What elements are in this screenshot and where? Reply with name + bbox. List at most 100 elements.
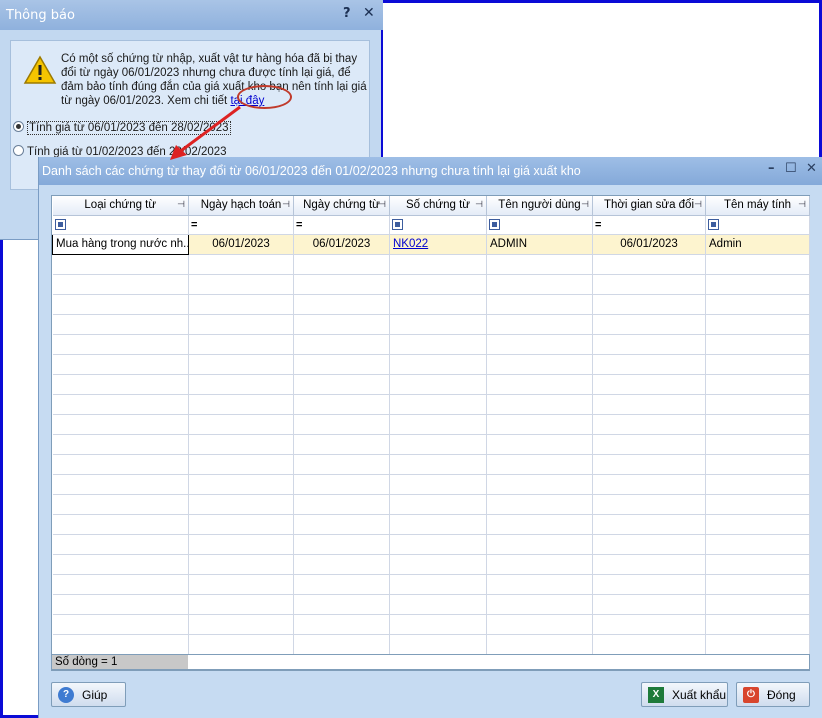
notification-text: Có một số chứng từ nhập, xuất vật tư hàn… xyxy=(61,53,367,107)
filter-icon[interactable] xyxy=(54,218,66,230)
radio-option-1[interactable]: Tính giá từ 06/01/2023 đến 28/02/2023 xyxy=(13,121,231,135)
radio-option-1-label: Tính giá từ 06/01/2023 đến 28/02/2023 xyxy=(27,121,231,135)
empty-cell xyxy=(389,514,487,535)
filter-cell[interactable]: = xyxy=(188,215,294,235)
empty-cell xyxy=(389,614,487,635)
empty-cell xyxy=(293,374,390,395)
empty-row xyxy=(52,454,810,475)
help-icon[interactable]: ? xyxy=(343,6,351,21)
empty-cell xyxy=(705,594,810,615)
empty-cell xyxy=(188,394,294,415)
cell-posting-date[interactable]: 06/01/2023 xyxy=(188,234,294,255)
empty-cell xyxy=(389,294,487,315)
cell-user[interactable]: ADMIN xyxy=(486,234,593,255)
export-button[interactable]: X Xuất khẩu xyxy=(641,682,728,707)
equals-operator[interactable]: = xyxy=(595,219,601,231)
pin-icon[interactable]: ⊣ xyxy=(694,199,702,210)
filter-cell[interactable]: = xyxy=(592,215,706,235)
cell-computer[interactable]: Admin xyxy=(705,234,810,255)
column-header-computer[interactable]: Tên máy tính ⊣ xyxy=(705,196,810,216)
pin-icon[interactable]: ⊣ xyxy=(581,199,589,210)
filter-icon[interactable] xyxy=(392,218,403,230)
empty-cell xyxy=(389,554,487,575)
column-header-user[interactable]: Tên người dùng ⊣ xyxy=(486,196,593,216)
empty-cell xyxy=(705,294,810,315)
cell-type[interactable]: Mua hàng trong nước nh... xyxy=(52,233,189,255)
empty-cell xyxy=(705,574,810,595)
empty-cell xyxy=(705,454,810,475)
filter-cell[interactable]: = xyxy=(293,215,390,235)
filter-icon[interactable] xyxy=(489,218,500,230)
empty-cell xyxy=(705,314,810,335)
close-icon[interactable]: ✕ xyxy=(363,5,375,21)
filter-cell[interactable] xyxy=(486,215,593,235)
column-label: Tên máy tính xyxy=(723,199,792,212)
maximize-icon[interactable]: ☐ xyxy=(785,161,797,176)
filter-cell[interactable] xyxy=(52,215,189,235)
empty-cell xyxy=(486,414,593,435)
table-row[interactable]: Mua hàng trong nước nh... 06/01/2023 06/… xyxy=(52,233,810,255)
empty-cell xyxy=(486,434,593,455)
empty-row xyxy=(52,354,810,375)
empty-cell xyxy=(188,594,294,615)
empty-cell xyxy=(293,474,390,495)
excel-icon: X xyxy=(648,686,664,703)
empty-cell xyxy=(389,634,487,655)
filter-icon[interactable] xyxy=(708,218,719,230)
close-button[interactable]: ⏻ Đóng xyxy=(736,682,810,707)
empty-cell xyxy=(389,394,487,415)
radio-unselected-icon[interactable] xyxy=(13,145,24,156)
empty-cell xyxy=(592,454,706,475)
cell-modified[interactable]: 06/01/2023 xyxy=(592,234,706,255)
cell-doc-date[interactable]: 06/01/2023 xyxy=(293,234,390,255)
empty-cell xyxy=(592,274,706,295)
pin-icon[interactable]: ⊣ xyxy=(282,199,290,210)
filter-cell[interactable] xyxy=(705,215,810,235)
notification-titlebar: Thông báo ? ✕ xyxy=(0,0,383,30)
empty-row xyxy=(52,494,810,515)
empty-cell xyxy=(592,634,706,655)
minimize-icon[interactable]: – xyxy=(768,161,775,176)
empty-cell xyxy=(293,454,390,475)
help-button[interactable]: ? Giúp xyxy=(51,682,126,707)
empty-cell xyxy=(486,634,593,655)
radio-selected-icon[interactable] xyxy=(13,121,24,132)
empty-cell xyxy=(486,614,593,635)
empty-cell xyxy=(52,354,189,375)
close-icon[interactable]: ✕ xyxy=(806,161,817,176)
empty-row xyxy=(52,374,810,395)
column-header-posting-date[interactable]: Ngày hạch toán ⊣ xyxy=(188,196,294,216)
pin-icon[interactable]: ⊣ xyxy=(378,199,386,210)
column-label: Ngày hạch toán xyxy=(200,199,282,212)
empty-cell xyxy=(705,414,810,435)
doc-no-link[interactable]: NK022 xyxy=(393,238,428,250)
empty-cell xyxy=(293,494,390,515)
column-header-doc-date[interactable]: Ngày chứng từ ⊣ xyxy=(293,196,390,216)
pin-icon[interactable]: ⊣ xyxy=(475,199,483,210)
empty-cell xyxy=(705,534,810,555)
empty-cell xyxy=(52,294,189,315)
empty-cell xyxy=(486,254,593,275)
pin-icon[interactable]: ⊣ xyxy=(798,199,806,210)
empty-cell xyxy=(293,574,390,595)
empty-cell xyxy=(486,454,593,475)
pin-icon[interactable]: ⊣ xyxy=(177,199,185,210)
column-header-type[interactable]: Loại chứng từ ⊣ xyxy=(52,196,189,216)
changed-documents-window: Danh sách các chứng từ thay đổi từ 06/01… xyxy=(38,157,822,718)
empty-cell xyxy=(486,534,593,555)
empty-cell xyxy=(389,454,487,475)
empty-cell xyxy=(52,334,189,355)
equals-operator[interactable]: = xyxy=(296,219,302,231)
status-bar: Số dòng = 1 xyxy=(51,654,810,670)
filter-cell[interactable] xyxy=(389,215,487,235)
empty-cell xyxy=(705,614,810,635)
help-icon: ? xyxy=(58,686,74,703)
empty-cell xyxy=(188,354,294,375)
cell-doc-no[interactable]: NK022 xyxy=(389,234,487,255)
empty-cell xyxy=(52,534,189,555)
column-header-modified[interactable]: Thời gian sửa đổi ⊣ xyxy=(592,196,706,216)
empty-cell xyxy=(592,294,706,315)
empty-cell xyxy=(705,274,810,295)
column-header-doc-no[interactable]: Số chứng từ ⊣ xyxy=(389,196,487,216)
equals-operator[interactable]: = xyxy=(191,219,197,231)
